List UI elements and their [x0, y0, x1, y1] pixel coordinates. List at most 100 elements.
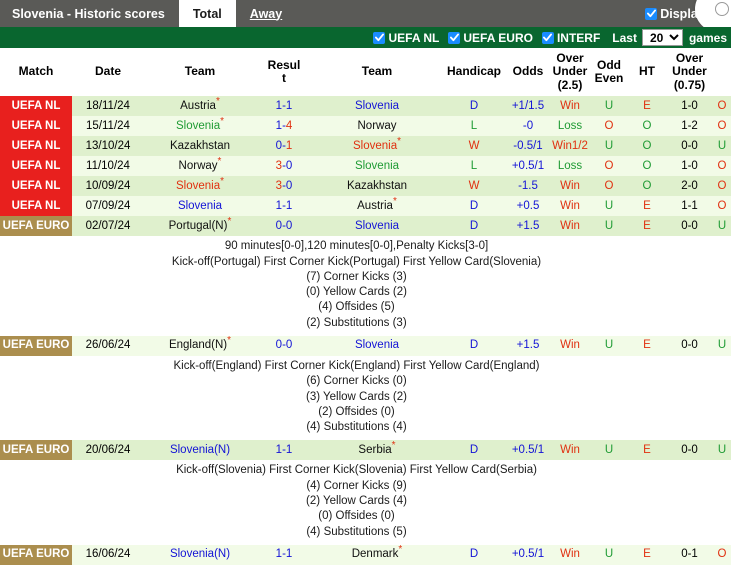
away-team[interactable]: Slovenia: [312, 96, 442, 117]
away-team[interactable]: Slovenia*: [312, 136, 442, 157]
away-team[interactable]: Slovenia: [312, 336, 442, 356]
halftime-score: 1-0: [666, 156, 713, 177]
match-outcome: D: [442, 440, 506, 461]
odds-result: Loss: [550, 156, 590, 177]
table-row[interactable]: UEFA EURO 02/07/24 Portugal(N)* 0-0 Slovenia…: [0, 216, 731, 237]
away-team[interactable]: Denmark*: [312, 544, 442, 565]
match-detail-line: Kick-off(Portugal) First Corner Kick(Por…: [171, 255, 542, 268]
table-header-row: Match Date Team Resul t Team Handicap Od…: [0, 48, 731, 97]
home-team[interactable]: England(N)*: [144, 336, 256, 356]
home-advantage-star-icon: *: [215, 96, 220, 107]
match-result: 1-1: [256, 196, 312, 217]
table-row[interactable]: UEFA EURO 26/06/24 England(N)* 0-0 Slovenia D…: [0, 336, 731, 356]
away-team[interactable]: Kazakhstan: [312, 176, 442, 197]
match-detail-line: (3) Yellow Cards (2): [306, 390, 407, 403]
halftime-score: 1-0: [666, 96, 713, 117]
filter-uefa-euro[interactable]: UEFA EURO: [448, 31, 533, 45]
col-header-date[interactable]: Date: [72, 48, 144, 97]
tab-total[interactable]: Total: [178, 0, 236, 27]
away-team[interactable]: Norway: [312, 116, 442, 137]
match-detail-line: (4) Substitutions (4): [306, 421, 407, 434]
odds-result: Win: [550, 96, 590, 117]
col-header-match[interactable]: Match: [0, 48, 72, 97]
uefa-nl-checkbox[interactable]: [373, 31, 386, 44]
league-badge: UEFA NL: [0, 196, 72, 217]
home-team[interactable]: Portugal(N)*: [144, 216, 256, 237]
col-header-team2[interactable]: Team: [312, 48, 442, 97]
match-outcome: D: [442, 544, 506, 565]
match-detail-line: Kick-off(England) First Corner Kick(Engl…: [173, 360, 540, 372]
away-team-label: Denmark: [351, 548, 399, 561]
col-header-team1[interactable]: Team: [144, 48, 256, 97]
filter-interf[interactable]: INTERF: [541, 31, 600, 45]
col-header-result-line2: t: [282, 71, 286, 86]
tab-away[interactable]: Away: [236, 0, 296, 27]
over-under-25-value: O: [590, 156, 628, 177]
match-detail-line: (2) Offsides (0): [318, 405, 395, 418]
away-team[interactable]: Serbia*: [312, 440, 442, 461]
odd-even-value: E: [628, 216, 666, 237]
col-header-odds[interactable]: Odds: [506, 48, 550, 97]
home-team-label: Slovenia: [177, 199, 223, 212]
match-date: 02/07/24: [72, 216, 144, 237]
odd-even-value: E: [628, 196, 666, 217]
away-team-label: Slovenia: [354, 339, 400, 352]
handicap-value: +0.5: [506, 196, 550, 217]
home-team-label: England(N): [168, 339, 228, 352]
historic-scores-window: Slovenia - Historic scores Total Away Di…: [0, 0, 731, 568]
match-date: 18/11/24: [72, 96, 144, 117]
table-row[interactable]: UEFA EURO 20/06/24 Slovenia(N) 1-1 Serbia* D +…: [0, 440, 731, 461]
table-row[interactable]: UEFA NL 18/11/24 Austria* 1-1 Slovenia D +1/1.…: [0, 96, 731, 117]
home-team[interactable]: Slovenia: [144, 196, 256, 217]
away-team[interactable]: Slovenia: [312, 156, 442, 177]
table-row[interactable]: UEFA NL 11/10/24 Norway* 3-0 Slovenia L +0.5/1…: [0, 156, 731, 177]
col-header-result[interactable]: Resul t: [256, 48, 312, 97]
table-row[interactable]: UEFA NL 13/10/24 Kazakhstan 0-1 Slovenia* W -0…: [0, 136, 731, 157]
result-away-score: 0: [285, 219, 293, 232]
over-under-075-value: O: [713, 196, 731, 217]
home-team[interactable]: Kazakhstan: [144, 136, 256, 157]
home-team[interactable]: Slovenia*: [144, 116, 256, 137]
over-under-25-value: O: [590, 116, 628, 137]
match-detail-line: Kick-off(Slovenia) First Corner Kick(Slo…: [176, 464, 537, 477]
away-team[interactable]: Austria*: [312, 196, 442, 217]
over-under-25-value: U: [590, 440, 628, 461]
handicap-value: +0.5/1: [506, 156, 550, 177]
popup-close-icon[interactable]: [715, 2, 729, 16]
match-outcome: L: [442, 156, 506, 177]
home-team[interactable]: Slovenia(N): [144, 544, 256, 565]
col-header-over-under-075[interactable]: Over Under (0.75): [666, 48, 713, 97]
col-header-over-under-25[interactable]: Over Under (2.5): [550, 48, 590, 97]
filter-uefa-nl[interactable]: UEFA NL: [373, 31, 439, 45]
uefa-euro-checkbox[interactable]: [448, 31, 461, 44]
odds-result: Win: [550, 544, 590, 565]
result-away-score: 1: [285, 199, 293, 212]
col-header-odd-even[interactable]: Odd Even: [590, 48, 628, 97]
col-header-ht[interactable]: HT: [628, 48, 666, 97]
match-outcome: D: [442, 216, 506, 237]
halftime-score: 0-1: [666, 544, 713, 565]
home-team[interactable]: Slovenia(N): [144, 440, 256, 461]
table-body: UEFA NL 18/11/24 Austria* 1-1 Slovenia D +1/1.…: [0, 96, 731, 565]
table-row[interactable]: UEFA NL 10/09/24 Slovenia* 3-0 Kazakhstan W -1…: [0, 176, 731, 197]
table-row[interactable]: UEFA EURO 16/06/24 Slovenia(N) 1-1 Denmark* D…: [0, 544, 731, 565]
games-label: games: [688, 30, 727, 45]
home-advantage-star-icon: *: [220, 116, 225, 127]
handicap-value: +1.5: [506, 336, 550, 356]
over-under-075-value: U: [713, 136, 731, 157]
col-header-handicap[interactable]: Handicap: [442, 48, 506, 97]
away-team[interactable]: Slovenia: [312, 216, 442, 237]
home-team[interactable]: Austria*: [144, 96, 256, 117]
home-team[interactable]: Norway*: [144, 156, 256, 177]
display-not-checkbox[interactable]: [645, 7, 658, 20]
table-row[interactable]: UEFA NL 07/09/24 Slovenia 1-1 Austria* D +0.5 W…: [0, 196, 731, 217]
interf-checkbox[interactable]: [541, 31, 554, 44]
handicap-value: -1.5: [506, 176, 550, 197]
result-away-score: 0: [285, 339, 293, 352]
home-team[interactable]: Slovenia*: [144, 176, 256, 197]
table-row[interactable]: UEFA NL 15/11/24 Slovenia* 1-4 Norway L -0 Loss…: [0, 116, 731, 137]
ou075-line3: (0.75): [673, 77, 706, 92]
match-detail-stats: Kick-off(England) First Corner Kick(Engl…: [0, 356, 713, 441]
games-count-select[interactable]: 51015203050: [641, 29, 683, 46]
result-away-score: 1: [285, 139, 293, 152]
